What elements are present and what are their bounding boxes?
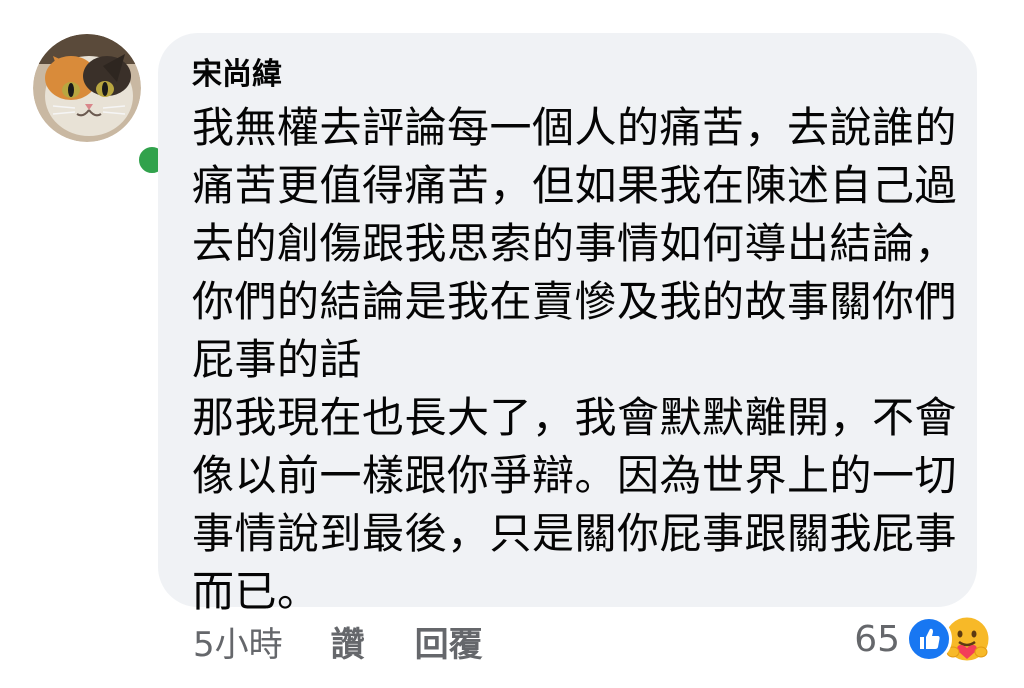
reaction-summary[interactable]: 65 bbox=[854, 614, 1002, 664]
comment-actions: 5小時 讚 回覆 bbox=[193, 616, 533, 666]
cat-avatar-image bbox=[33, 34, 141, 142]
comment-author[interactable]: 宋尚緯 bbox=[192, 55, 945, 99]
like-button[interactable]: 讚 bbox=[331, 617, 365, 666]
comment: 宋尚緯 我無權去評論每一個人的痛苦，去說誰的 痛苦更值得痛苦，但如果我在陳述自己… bbox=[0, 0, 1024, 688]
comment-text-line: 事情說到最後，只是關你屁事跟關我屁事 bbox=[192, 509, 958, 558]
comment-text: 我無權去評論每一個人的痛苦，去說誰的 痛苦更值得痛苦，但如果我在陳述自己過 去的… bbox=[192, 99, 958, 621]
reply-button[interactable]: 回覆 bbox=[415, 617, 483, 666]
comment-text-line: 那我現在也長大了，我會默默離開，不會 bbox=[192, 393, 958, 442]
comment-text-line: 屁事的話 bbox=[192, 335, 363, 384]
comment-text-line: 而已。 bbox=[192, 567, 320, 616]
like-icon bbox=[906, 616, 952, 662]
comment-bubble: 宋尚緯 我無權去評論每一個人的痛苦，去說誰的 痛苦更值得痛苦，但如果我在陳述自己… bbox=[158, 33, 977, 616]
reaction-icons[interactable] bbox=[906, 614, 1002, 664]
comment-text-line: 去的創傷跟我思索的事情如何導出結論， bbox=[192, 219, 958, 268]
avatar[interactable] bbox=[33, 34, 170, 178]
comment-text-line: 像以前一樣跟你爭辯。因為世界上的一切 bbox=[192, 451, 958, 500]
comment-timestamp[interactable]: 5小時 bbox=[193, 617, 283, 666]
comment-text-line: 你們的結論是我在賣慘及我的故事關你們 bbox=[192, 277, 958, 326]
comment-text-line: 痛苦更值得痛苦，但如果我在陳述自己過 bbox=[192, 161, 958, 210]
reaction-count[interactable]: 65 bbox=[854, 619, 900, 660]
comment-text-line: 我無權去評論每一個人的痛苦，去說誰的 bbox=[192, 103, 958, 152]
